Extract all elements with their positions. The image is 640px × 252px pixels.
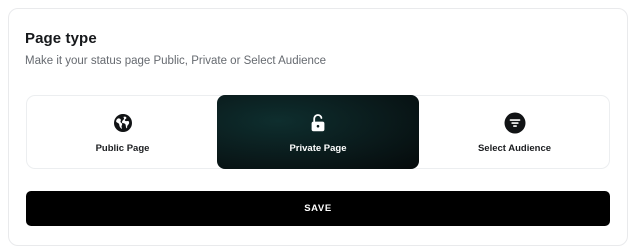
globe-icon (112, 112, 134, 134)
section-title: Page type (25, 30, 97, 47)
section-subtitle: Make it your status page Public, Private… (25, 55, 327, 67)
filter-icon (504, 112, 526, 134)
option-public-label: Public Page (95, 143, 150, 154)
option-private-page[interactable]: Private Page (217, 95, 419, 169)
page-type-card: Page type Make it your status page Publi… (8, 8, 628, 246)
option-public-page[interactable]: Public Page (27, 96, 218, 168)
option-select-audience[interactable]: Select Audience (419, 96, 610, 168)
option-audience-label: Select Audience (477, 143, 552, 154)
page-type-options: Public Page Private Page Select Audience (26, 95, 610, 169)
save-button[interactable]: SAVE (26, 191, 610, 226)
option-private-label: Private Page (289, 143, 347, 154)
unlock-icon (307, 112, 329, 134)
